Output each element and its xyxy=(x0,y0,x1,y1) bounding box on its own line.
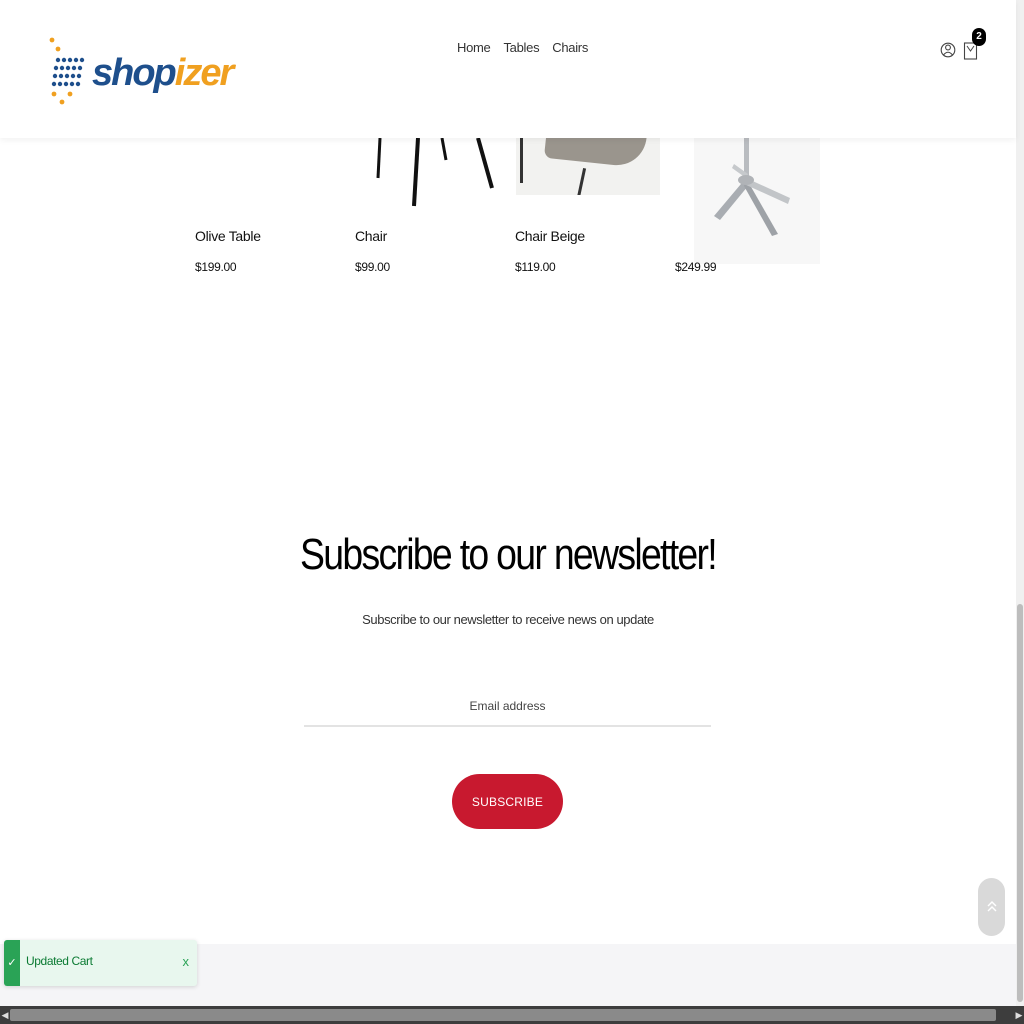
toast-message: Updated Cart xyxy=(26,954,93,968)
nav-item-chairs[interactable]: Chairs xyxy=(552,40,588,55)
cart-count-badge: 2 xyxy=(972,28,986,46)
newsletter-subtitle: Subscribe to our newsletter to receive n… xyxy=(362,612,654,627)
user-icon[interactable] xyxy=(940,39,956,61)
main-nav: Home Tables Chairs xyxy=(457,40,588,55)
product-price: $199.00 xyxy=(195,260,237,274)
scroll-to-top-button[interactable] xyxy=(978,878,1005,936)
subscribe-button[interactable]: SUBSCRIBE xyxy=(452,774,563,829)
product-name[interactable]: Olive Table xyxy=(195,228,261,244)
logo-dots-icon xyxy=(49,37,85,105)
product-price: $99.00 xyxy=(355,260,390,274)
double-chevron-up-icon xyxy=(987,901,996,912)
scroll-left-icon[interactable]: ◀ xyxy=(0,1006,10,1024)
vertical-scrollbar-thumb[interactable] xyxy=(1017,604,1023,1002)
product-name[interactable]: Chair Beige xyxy=(515,228,585,244)
shopizer-logo[interactable]: shopizer xyxy=(48,36,234,110)
nav-item-tables[interactable]: Tables xyxy=(503,40,539,55)
product-image-chair[interactable] xyxy=(360,138,510,210)
nav-item-home[interactable]: Home xyxy=(457,40,491,55)
horizontal-scrollbar[interactable]: ◀ ▶ xyxy=(0,1006,1024,1024)
check-icon: ✓ xyxy=(4,940,20,986)
toast-close-button[interactable]: x xyxy=(183,954,190,969)
horizontal-scrollbar-thumb[interactable] xyxy=(10,1009,996,1021)
scroll-right-icon[interactable]: ▶ xyxy=(1014,1006,1024,1024)
product-image-table-base[interactable] xyxy=(694,138,820,264)
product-price: $249.99 xyxy=(675,260,717,274)
product-name[interactable]: Chair xyxy=(355,228,387,244)
site-header: shopizer Home Tables Chairs 2 xyxy=(0,0,1016,138)
toast-notification: ✓ Updated Cart x xyxy=(4,940,197,986)
vertical-scrollbar[interactable] xyxy=(1016,0,1024,1006)
product-price: $119.00 xyxy=(515,260,556,274)
logo-wordmark: shopizer xyxy=(92,52,234,94)
product-image-chair-beige[interactable] xyxy=(516,138,660,195)
email-field[interactable] xyxy=(304,686,711,727)
newsletter-title: Subscribe to our newsletter! xyxy=(300,530,718,579)
